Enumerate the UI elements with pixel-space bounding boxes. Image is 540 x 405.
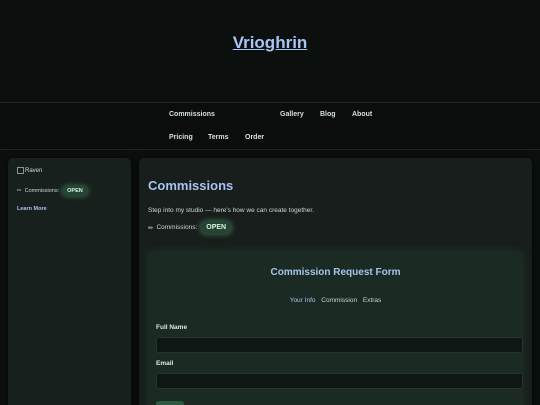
commission-form: Commission Request Form Your Info Commis… [148, 251, 523, 405]
sidebar: Raven ✏ Commissions: OPEN Learn More [8, 158, 131, 405]
broken-image-icon [17, 167, 24, 174]
nav-terms[interactable]: Terms [208, 134, 229, 141]
nav-blog[interactable]: Blog [320, 111, 336, 118]
avatar: Raven [17, 167, 42, 174]
main-content: Commissions Step into my studio — here's… [139, 158, 532, 405]
learn-more-link[interactable]: Learn More [17, 206, 47, 212]
sidebar-status-label: Commissions: [24, 188, 60, 194]
commission-status: ✏ Commissions: OPEN [148, 221, 233, 234]
nav-about[interactable]: About [352, 111, 372, 118]
nav-order[interactable]: Order [245, 134, 264, 141]
email-field[interactable] [156, 373, 523, 389]
intro-text: Step into my studio — here's how we can … [148, 207, 314, 214]
step-your-info[interactable]: Your Info [290, 297, 316, 304]
form-steps: Your Info Commission Extras [148, 297, 523, 304]
email-label: Email [156, 360, 174, 367]
step-extras[interactable]: Extras [363, 297, 381, 304]
site-header: Vrioghrin [0, 0, 540, 102]
full-name-label: Full Name [156, 324, 188, 331]
page-title: Commissions [148, 178, 234, 193]
step-commission[interactable]: Commission [321, 297, 357, 304]
pencil-icon: ✏ [148, 224, 154, 232]
nav-commissions[interactable]: Commissions [169, 111, 215, 118]
nav-pricing[interactable]: Pricing [169, 134, 193, 141]
pencil-icon: ✏ [17, 188, 22, 194]
status-badge: OPEN [62, 186, 88, 196]
avatar-alt-text: Raven [25, 167, 43, 174]
nav-gallery[interactable]: Gallery [280, 111, 304, 118]
site-title-link[interactable]: Vrioghrin [233, 33, 308, 53]
next-button[interactable] [156, 401, 184, 405]
form-title: Commission Request Form [270, 267, 401, 278]
status-label: Commissions: [156, 224, 198, 231]
main-nav: Commissions Gallery Blog About Pricing T… [0, 102, 540, 150]
status-badge: OPEN [200, 221, 233, 234]
sidebar-commission-status: ✏ Commissions: OPEN [17, 186, 88, 196]
full-name-field[interactable] [156, 337, 523, 353]
